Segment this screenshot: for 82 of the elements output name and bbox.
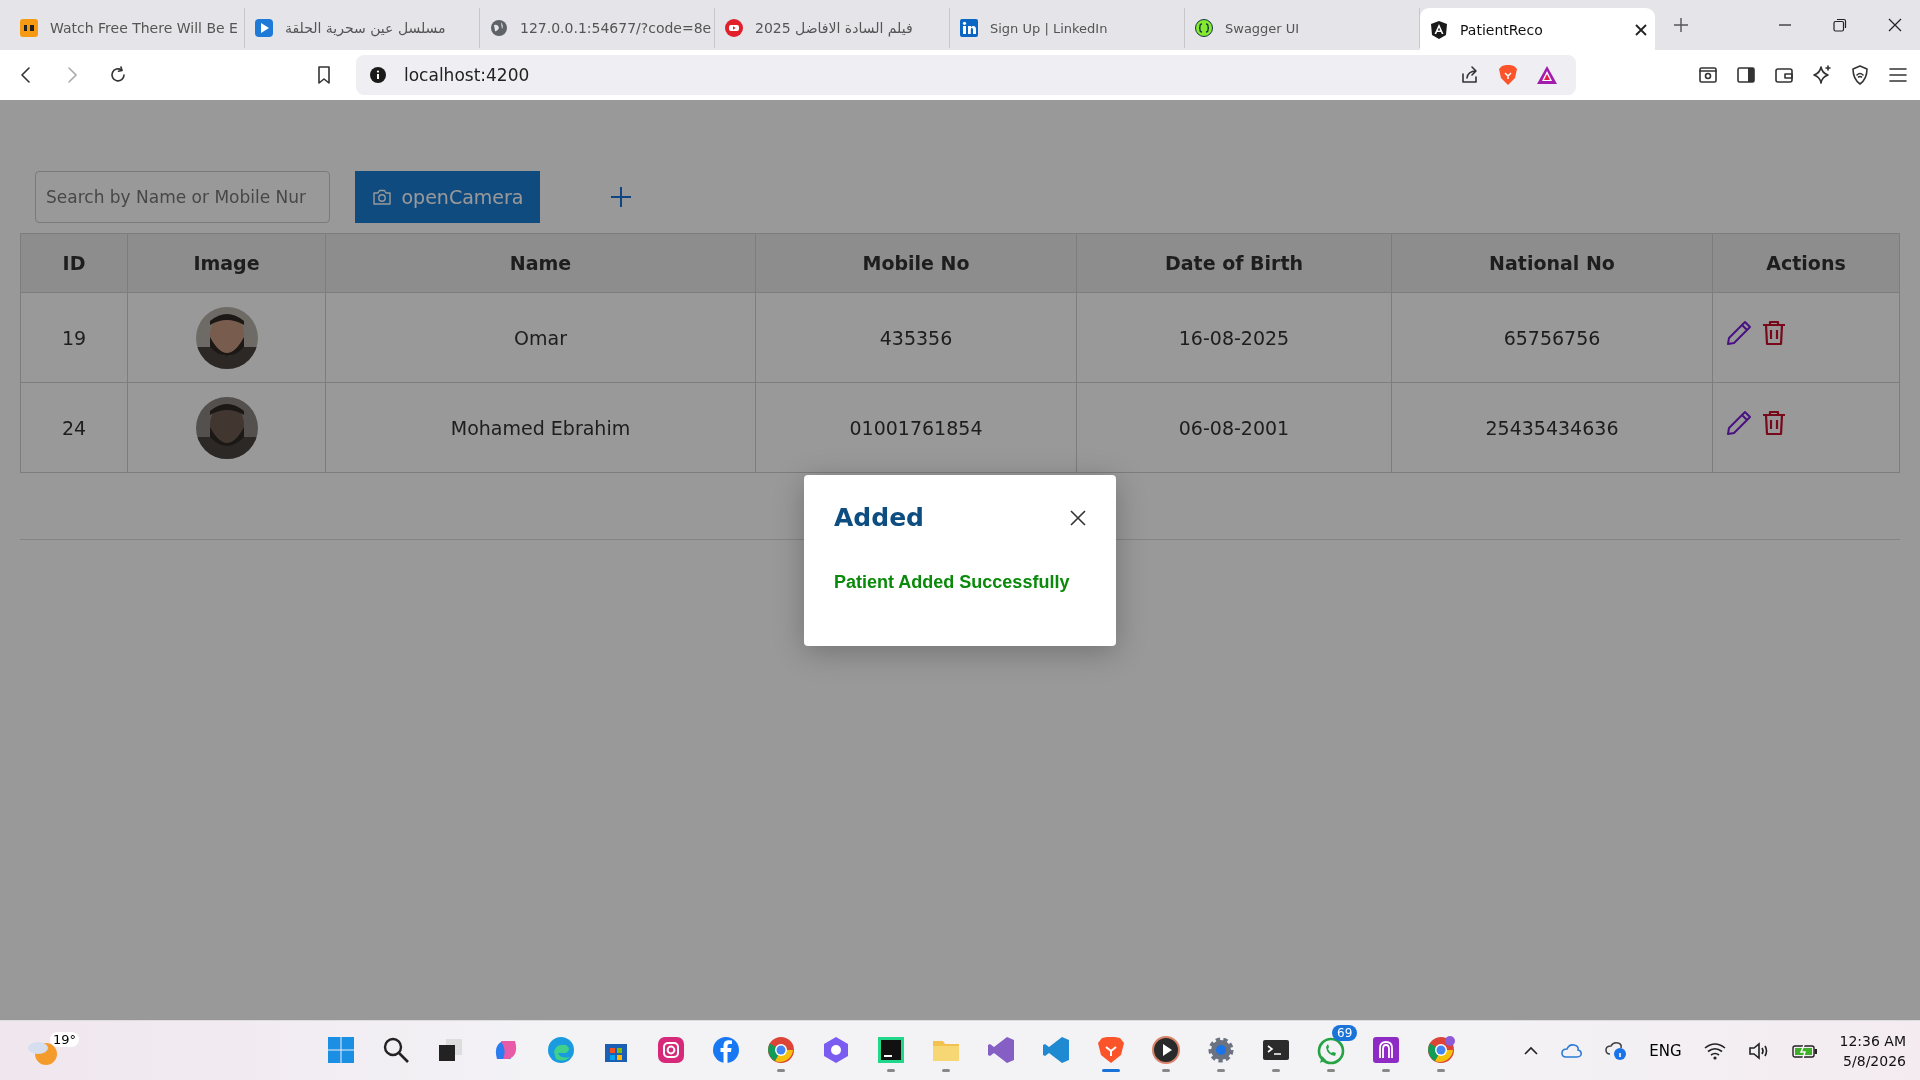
trash-icon[interactable] xyxy=(1762,409,1786,436)
braces-icon xyxy=(1195,19,1213,37)
triangle-icon[interactable] xyxy=(1536,65,1558,85)
table-cell: 25435434636 xyxy=(1391,382,1713,473)
search-icon[interactable] xyxy=(381,1035,411,1065)
facebook-icon[interactable] xyxy=(711,1035,741,1065)
windows-logo-icon[interactable] xyxy=(326,1035,356,1065)
temperature-text: 19° xyxy=(50,1031,80,1047)
visual-studio-icon[interactable] xyxy=(986,1035,1016,1065)
instagram-icon[interactable] xyxy=(656,1035,686,1065)
success-message: Patient Added Successfully xyxy=(834,572,1071,593)
cloud-app-icon[interactable] xyxy=(1371,1035,1401,1065)
column-header: Name xyxy=(325,233,756,293)
sidebar-icon[interactable] xyxy=(1736,65,1756,85)
column-header: ID xyxy=(20,233,128,293)
column-header: Image xyxy=(127,233,326,293)
speaker-icon[interactable] xyxy=(1747,1041,1770,1060)
camera-icon xyxy=(371,188,392,206)
table-cell: 01001761854 xyxy=(755,382,1077,473)
table-cell: Mohamed Ebrahim xyxy=(325,382,756,473)
vscode-icon[interactable] xyxy=(1041,1035,1071,1065)
hd-badge-icon xyxy=(20,19,38,37)
browser-tab[interactable]: PatientReco xyxy=(1420,8,1655,52)
search-field[interactable]: Search by Name or Mobile Nur xyxy=(35,171,330,223)
wifi-icon[interactable] xyxy=(1703,1041,1726,1060)
wallet-icon[interactable] xyxy=(1774,65,1794,85)
open-camera-button[interactable]: openCamera xyxy=(355,171,540,223)
browser-tab[interactable]: فيلم السادة الافاضل 2025 xyxy=(715,8,950,48)
play-icon xyxy=(725,19,743,37)
linkedin-icon xyxy=(960,19,978,37)
screenshot-icon[interactable] xyxy=(1698,65,1718,85)
hexagon-icon[interactable] xyxy=(821,1035,851,1065)
cloud-icon[interactable] xyxy=(1561,1041,1584,1060)
play-icon xyxy=(255,19,273,37)
language-indicator[interactable]: ENG xyxy=(1649,1041,1682,1060)
dialog-title: Added xyxy=(834,503,924,532)
pencil-icon[interactable] xyxy=(1726,409,1752,436)
plus-icon[interactable] xyxy=(610,186,632,208)
date-text: 5/8/2026 xyxy=(1843,1051,1906,1071)
reload-icon[interactable] xyxy=(108,65,128,85)
column-header: Actions xyxy=(1712,233,1900,293)
browser-tab[interactable]: 127.0.0.1:54677/?code=8e xyxy=(480,8,715,48)
close-icon[interactable] xyxy=(1070,509,1086,526)
gear-icon[interactable] xyxy=(1206,1035,1236,1065)
trash-icon[interactable] xyxy=(1762,319,1786,346)
play-icon[interactable] xyxy=(1151,1035,1181,1065)
share-icon[interactable] xyxy=(1460,65,1480,85)
info-icon xyxy=(370,67,386,83)
shield-icon xyxy=(1430,21,1448,39)
chrome-icon[interactable] xyxy=(766,1035,796,1065)
table-cell: 24 xyxy=(20,382,128,473)
new-tab-icon[interactable] xyxy=(1673,17,1689,33)
whatsapp-icon[interactable] xyxy=(1316,1035,1346,1065)
menu-icon[interactable] xyxy=(1888,65,1908,85)
browser-tab[interactable]: Watch Free There Will Be E xyxy=(10,8,245,48)
close-icon[interactable] xyxy=(1888,18,1902,32)
close-icon[interactable] xyxy=(1635,24,1647,36)
column-header: Date of Birth xyxy=(1076,233,1392,293)
edge-icon[interactable] xyxy=(546,1035,576,1065)
shield-icon[interactable] xyxy=(1850,65,1870,85)
browser-tab[interactable]: مسلسل عين سحرية الحلقة xyxy=(245,8,480,48)
time-text: 12:36 AM xyxy=(1839,1031,1906,1051)
table-cell: 16-08-2025 xyxy=(1076,292,1392,383)
restore-icon[interactable] xyxy=(1833,18,1847,32)
url-text: localhost:4200 xyxy=(404,65,530,85)
pencil-icon[interactable] xyxy=(1726,319,1752,346)
browser-tab[interactable]: Sign Up | LinkedIn xyxy=(950,8,1185,48)
table-cell: Omar xyxy=(325,292,756,383)
table-cell: 19 xyxy=(20,292,128,383)
notification-badge: 69 xyxy=(1332,1025,1358,1041)
cloud-info-icon[interactable] xyxy=(1605,1040,1628,1061)
battery-icon[interactable] xyxy=(1791,1042,1818,1059)
address-bar[interactable]: localhost:4200 xyxy=(356,55,1576,95)
sparkle-icon[interactable] xyxy=(1812,65,1832,85)
column-header: Mobile No xyxy=(755,233,1077,293)
table-cell: 65756756 xyxy=(1391,292,1713,383)
chrome-icon[interactable] xyxy=(1426,1035,1456,1065)
clock[interactable]: 12:36 AM 5/8/2026 xyxy=(1839,1030,1906,1071)
column-header: National No xyxy=(1391,233,1713,293)
table-cell: 435356 xyxy=(755,292,1077,383)
table-cell: 06-08-2001 xyxy=(1076,382,1392,473)
browser-tab[interactable]: Swagger UI xyxy=(1185,8,1420,48)
